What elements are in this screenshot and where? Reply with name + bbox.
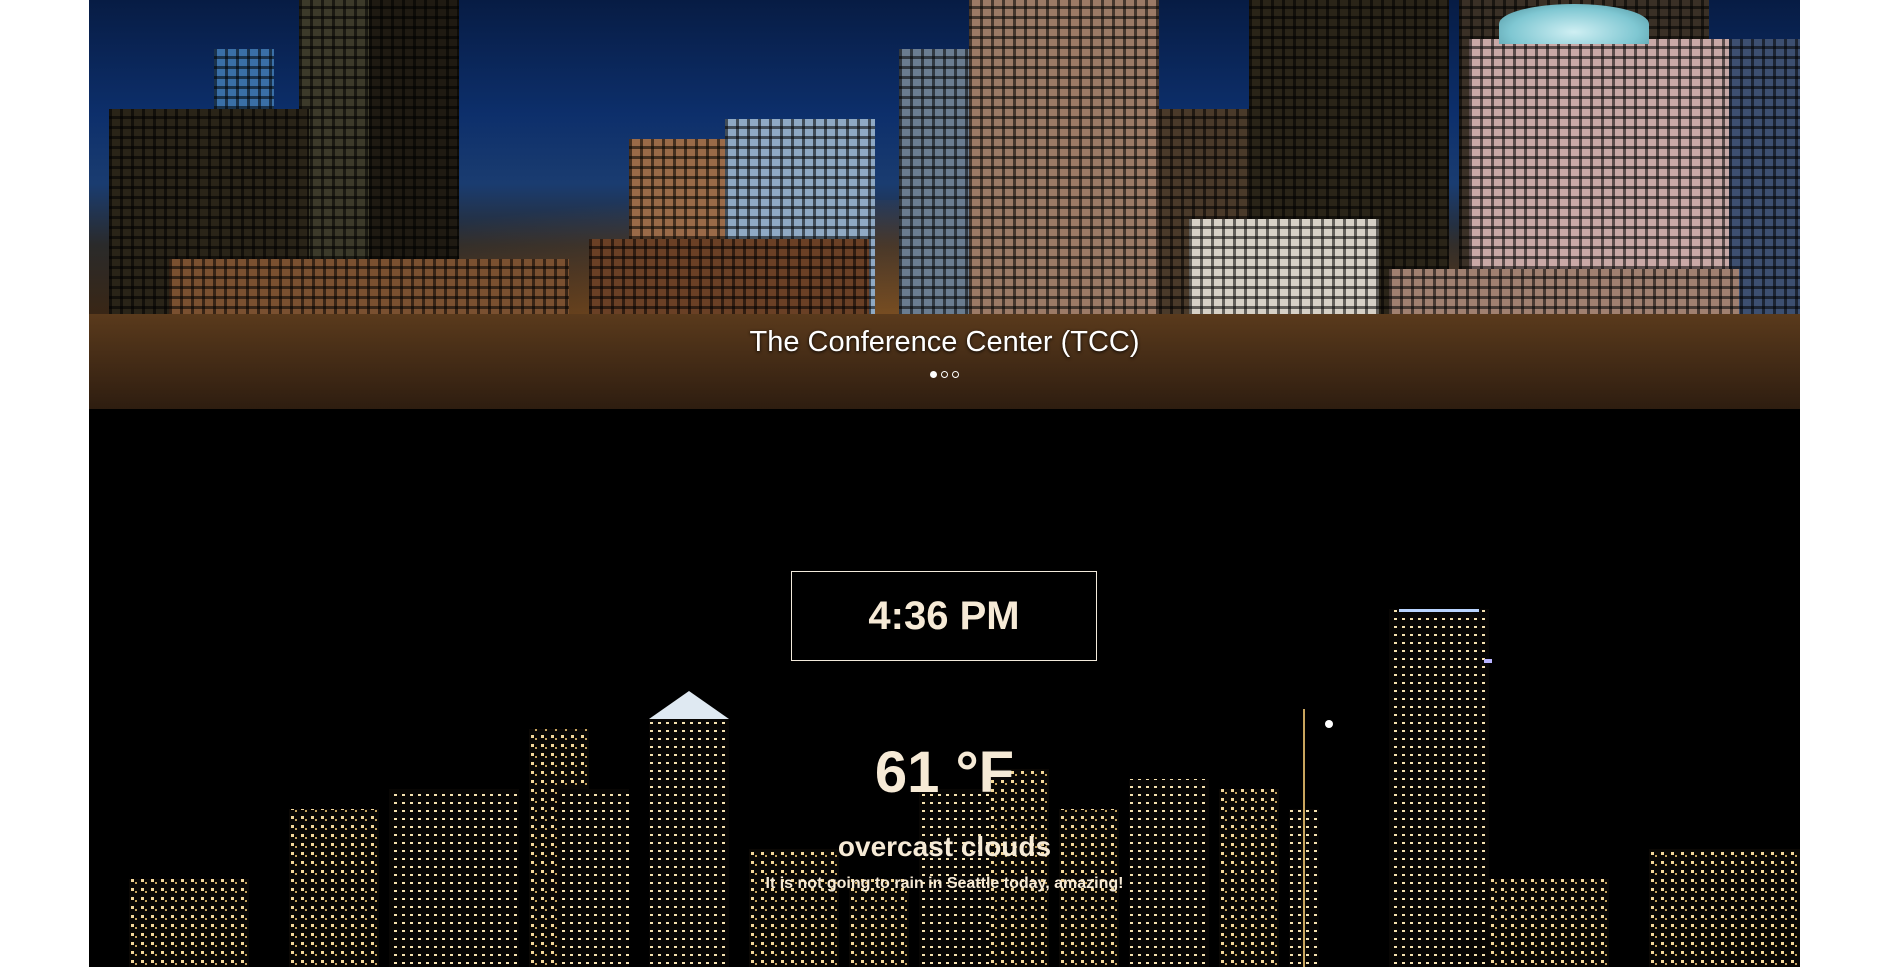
carousel-caption: The Conference Center (TCC)	[749, 326, 1140, 358]
weather-conditions: overcast clouds	[837, 831, 1052, 862]
carousel-indicators	[89, 371, 1800, 378]
carousel-indicator-1[interactable]	[930, 371, 937, 378]
clock-display: 4:36 PM	[791, 571, 1097, 661]
weather-remark: It is not going to rain in Seattle today…	[765, 875, 1124, 892]
page-frame: The Conference Center (TCC) 4:36 PM 61 °…	[89, 0, 1800, 967]
weather-section: 4:36 PM 61 °F overcast clouds It is not …	[89, 409, 1800, 967]
carousel-indicator-2[interactable]	[941, 371, 948, 378]
hero-carousel[interactable]: The Conference Center (TCC)	[89, 0, 1800, 409]
temperature-value: 61 °F	[874, 740, 1015, 805]
carousel-indicator-3[interactable]	[952, 371, 959, 378]
